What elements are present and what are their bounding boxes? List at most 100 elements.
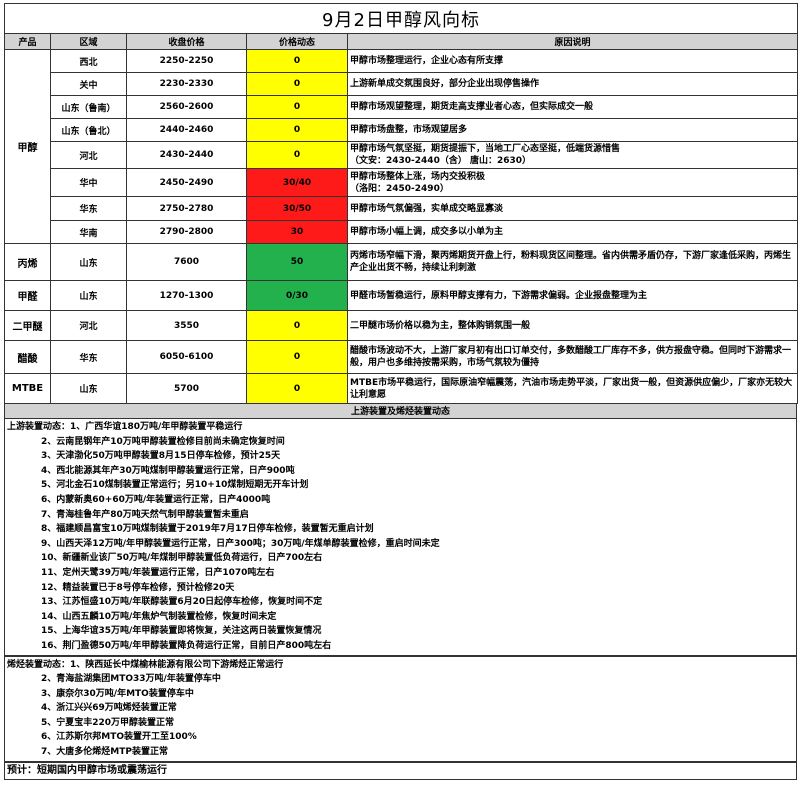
price-cell: 2230-2330 xyxy=(126,72,247,96)
price-cell: 2560-2600 xyxy=(126,95,247,119)
reason-cell: 二甲醚市场价格以稳为主，整体购销氛围一般 xyxy=(347,310,798,341)
price-change-cell: 30/50 xyxy=(246,196,348,221)
forecast: 预计：短期国内甲醇市场或震荡运行 xyxy=(4,761,797,780)
price-change-cell: 30 xyxy=(246,220,348,244)
product-cell: MTBE xyxy=(4,373,51,404)
price-cell: 3550 xyxy=(126,310,247,341)
column-header: 价格动态 xyxy=(246,33,348,50)
column-header: 区域 xyxy=(50,33,127,50)
price-table-body: 甲醇 西北 2250-2250 0 甲醇市场整理运行，企业心态有所支撑 关中 2230-23… xyxy=(4,49,798,404)
price-cell: 7600 xyxy=(126,243,247,281)
column-header: 原因说明 xyxy=(347,33,798,50)
reason-cell: 甲醇市场气氛坚挺，期货提振下，当地工厂心态坚挺，低端货源惜售 （文安：2430-… xyxy=(347,141,798,169)
reason-cell: 甲醇市场小幅上调，成交多以小单为主 xyxy=(347,220,798,244)
region-cell: 山东 xyxy=(50,243,127,281)
product-cell: 二甲醚 xyxy=(4,310,51,341)
upstream-item: 3、天津渤化50万吨甲醇装置8月15日停车检修，预计25天 xyxy=(41,451,281,462)
region-cell: 华东 xyxy=(50,340,127,374)
region-cell: 华南 xyxy=(50,220,127,244)
upstream-item: 16、荆门盈德50万吨/年甲醇装置降负荷运行正常，目前日产800吨左右 xyxy=(41,640,332,651)
reason-cell: 甲醇市场观望整理，期货走高支撑业者心态，但实际成交一般 xyxy=(347,95,798,119)
price-change-cell: 0 xyxy=(246,118,348,142)
price-cell: 2450-2490 xyxy=(126,168,247,197)
table-row: 华中 2450-2490 30/40 甲醇市场整体上涨，场内交投积极 （洛阳：2450… xyxy=(5,168,798,197)
upstream-item: 9、山西天泽12万吨/年甲醇装置运行正常，日产300吨；30万吨/年煤单醇装置检… xyxy=(41,538,440,549)
product-cell: 丙烯 xyxy=(4,243,51,281)
upstream-item: 5、河北金石10煤制装置正常运行；另10+10煤制短期无开车计划 xyxy=(41,480,309,491)
price-cell: 6050-6100 xyxy=(126,340,247,374)
table-row: 关中 2230-2330 0 上游新单成交氛围良好，部分企业出现停售操作 xyxy=(5,72,798,96)
product-cell: 甲醇 xyxy=(4,49,51,244)
region-cell: 西北 xyxy=(50,49,127,73)
price-change-cell: 0 xyxy=(246,340,348,374)
column-header: 收盘价格 xyxy=(126,33,247,50)
olefin-item: 6、江苏斯尔邦MTO装置开工至100% xyxy=(41,732,197,743)
table-row: 二甲醚 河北 3550 0 二甲醚市场价格以稳为主，整体购销氛围一般 xyxy=(4,310,798,341)
reason-cell: MTBE市场平稳运行，国际原油窄幅震荡，汽油市场走势平淡，厂家出货一般，但资源供… xyxy=(347,373,798,404)
price-change-cell: 0 xyxy=(246,141,348,169)
product-cell: 甲醛 xyxy=(4,280,51,311)
upstream-item: 12、精益装置已于8号停车检修，预计检修20天 xyxy=(41,582,235,593)
table-row: 醋酸 华东 6050-6100 0 醋酸市场波动不大，上游厂家月初有出口订单交付，多数醋… xyxy=(4,340,798,374)
price-change-cell: 30/40 xyxy=(246,168,348,197)
olefin-notes: 烯烃装置动态：1、陕西延长中煤榆林能源有限公司下游烯烃正常运行 2、青海盐湖集团… xyxy=(4,655,797,762)
table-header-row: 产品 区域 收盘价格 价格动态 原因说明 xyxy=(4,33,798,50)
reason-cell: 醋酸市场波动不大，上游厂家月初有出口订单交付，多数醋酸工厂库存不多，供方报盘守稳… xyxy=(347,340,798,374)
region-cell: 山东（鲁北） xyxy=(50,118,127,142)
olefin-item: 2、青海盐湖集团MTO33万吨/年装置停车中 xyxy=(41,674,221,685)
page-title: 9月2日甲醇风向标 xyxy=(4,3,798,34)
price-cell: 5700 xyxy=(126,373,247,404)
upstream-item: 13、江苏恒盛10万吨/年联醇装置6月20日起停车检修，恢复时间不定 xyxy=(41,597,323,608)
upstream-item: 4、西北能源其年产30万吨煤制甲醇装置运行正常，日产900吨 xyxy=(41,465,295,476)
price-change-cell: 0 xyxy=(246,72,348,96)
reason-cell: 丙烯市场窄幅下滑，聚丙烯期货开盘上行，粉料现货区间整理。省内供需矛盾仍存，下游厂… xyxy=(347,243,798,281)
column-header: 产品 xyxy=(4,33,51,50)
upstream-item: 11、定州天鹭39万吨/年装置运行正常，日产1070吨左右 xyxy=(41,567,275,578)
price-change-cell: 0 xyxy=(246,310,348,341)
upstream-item: 14、山西五麟10万吨/年焦炉气制装置检修，恢复时间未定 xyxy=(41,611,277,622)
region-cell: 山东 xyxy=(50,280,127,311)
upstream-item: 15、上海华谊35万吨/年甲醇装置即将恢复，关注这两日装置恢复情况 xyxy=(41,626,322,637)
olefin-item: 3、康奈尔30万吨/年MTO装置停车中 xyxy=(41,688,194,699)
product-cell: 醋酸 xyxy=(4,340,51,374)
upstream-item: 6、内蒙新奥60+60万吨/年装置运行正常，日产4000吨 xyxy=(41,494,271,505)
region-cell: 河北 xyxy=(50,141,127,169)
reason-cell: 甲醇市场整体上涨，场内交投积极 （洛阳：2450-2490） xyxy=(347,168,798,197)
upstream-notes: 上游装置动态：1、广西华谊180万吨/年甲醇装置平稳运行 2、云南昆钢年产10万… xyxy=(4,419,797,656)
region-cell: 山东 xyxy=(50,373,127,404)
price-change-cell: 0/30 xyxy=(246,280,348,311)
price-cell: 2430-2440 xyxy=(126,141,247,169)
table-row: 甲醇 西北 2250-2250 0 甲醇市场整理运行，企业心态有所支撑 xyxy=(4,49,798,244)
table-row: MTBE 山东 5700 0 MTBE市场平稳运行，国际原油窄幅震荡，汽油市场走势平淡，… xyxy=(4,373,798,404)
price-cell: 1270-1300 xyxy=(126,280,247,311)
wind-vane-sheet: 9月2日甲醇风向标 产品 区域 收盘价格 价格动态 原因说明 甲醇 西北 2250-2250… xyxy=(4,3,798,780)
table-row: 河北 2430-2440 0 甲醇市场气氛坚挺，期货提振下，当地工厂心态坚挺，低端货源… xyxy=(5,141,798,169)
section-header: 上游装置及烯烃装置动态 xyxy=(4,404,797,419)
region-cell: 山东（鲁南） xyxy=(50,95,127,119)
olefin-lead: 烯烃装置动态：1、陕西延长中煤榆林能源有限公司下游烯烃正常运行 xyxy=(7,659,284,670)
upstream-item: 2、云南昆钢年产10万吨甲醇装置检修目前尚未确定恢复时间 xyxy=(41,436,285,447)
table-row: 华东 2750-2780 30/50 甲醇市场气氛偏强，实单成交略显寡淡 xyxy=(5,196,798,221)
table-row: 华南 2790-2800 30 甲醇市场小幅上调，成交多以小单为主 xyxy=(5,220,798,244)
olefin-item: 4、浙江兴兴69万吨烯烃装置正常 xyxy=(41,703,177,714)
price-table: 9月2日甲醇风向标 产品 区域 收盘价格 价格动态 原因说明 甲醇 西北 2250-2250… xyxy=(4,3,798,404)
region-cell: 关中 xyxy=(50,72,127,96)
region-cell: 华中 xyxy=(50,168,127,197)
price-cell: 2750-2780 xyxy=(126,196,247,221)
price-change-cell: 0 xyxy=(246,373,348,404)
reason-cell: 甲醇市场盘整，市场观望居多 xyxy=(347,118,798,142)
upstream-item: 7、青海桂鲁年产80万吨天然气制甲醇装置暂未重启 xyxy=(41,509,249,520)
table-row: 甲醛 山东 1270-1300 0/30 甲醛市场暂稳运行，原料甲醇支撑有力，下游需求偏… xyxy=(4,280,798,311)
price-cell: 2250-2250 xyxy=(126,49,247,73)
price-cell: 2790-2800 xyxy=(126,220,247,244)
price-cell: 2440-2460 xyxy=(126,118,247,142)
upstream-item: 10、新疆新业该厂50万吨/年煤制甲醇装置低负荷运行，日产700左右 xyxy=(41,553,323,564)
reason-cell: 甲醛市场暂稳运行，原料甲醇支撑有力，下游需求偏弱。企业报盘整理为主 xyxy=(347,280,798,311)
table-row: 山东（鲁北） 2440-2460 0 甲醇市场盘整，市场观望居多 xyxy=(5,118,798,142)
reason-cell: 甲醇市场气氛偏强，实单成交略显寡淡 xyxy=(347,196,798,221)
table-row: 山东（鲁南） 2560-2600 0 甲醇市场观望整理，期货走高支撑业者心态，但实际成… xyxy=(5,95,798,119)
olefin-item: 5、宁夏宝丰220万甲醇装置正常 xyxy=(41,717,175,728)
upstream-item: 8、福建顺昌富宝10万吨煤制装置于2019年7月17日停车检修，装置暂无重启计划 xyxy=(41,524,374,535)
upstream-lead: 上游装置动态：1、广西华谊180万吨/年甲醇装置平稳运行 xyxy=(7,422,243,432)
reason-cell: 甲醇市场整理运行，企业心态有所支撑 xyxy=(347,49,798,73)
